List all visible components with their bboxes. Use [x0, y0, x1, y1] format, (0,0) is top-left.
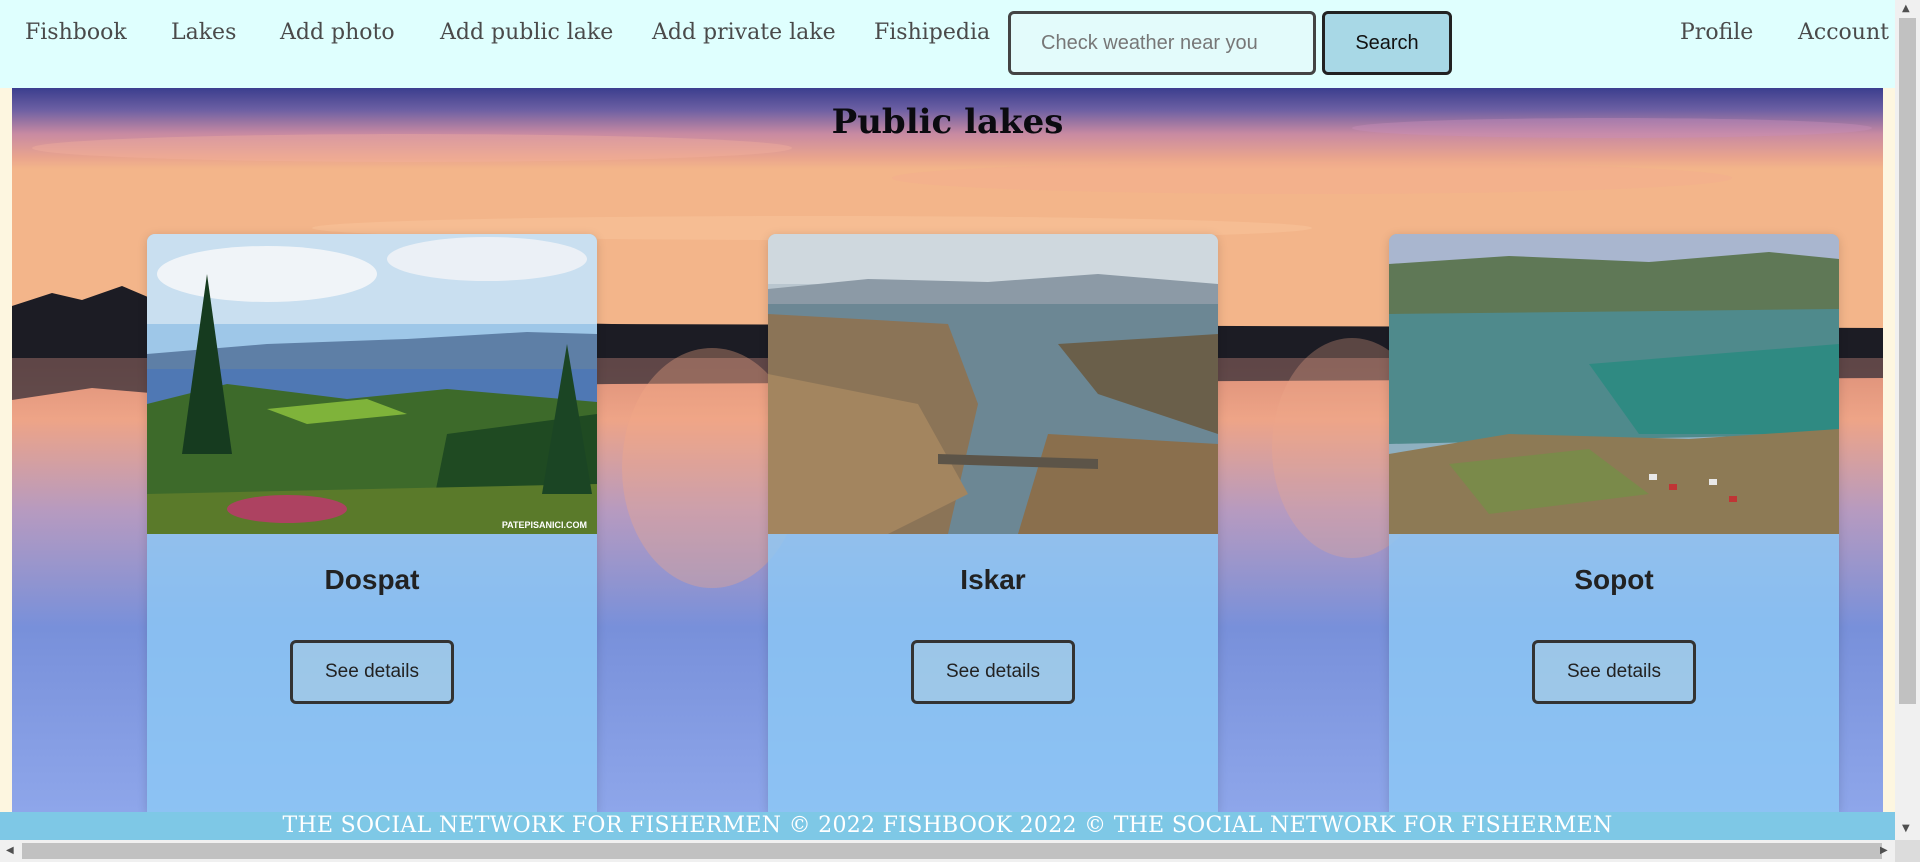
scroll-up-arrow-icon[interactable]: ▲	[1902, 3, 1910, 14]
scroll-right-arrow-icon[interactable]: ▶	[1880, 845, 1888, 856]
image-watermark: PATEPISANICI.COM	[501, 520, 587, 530]
lake-name-sopot: Sopot	[1574, 564, 1654, 595]
nav-link-fishbook[interactable]: Fishbook	[25, 20, 127, 45]
nav-link-add-private-lake[interactable]: Add private lake	[652, 20, 836, 45]
weather-search-input[interactable]	[1008, 11, 1316, 75]
lake-name-dospat: Dospat	[324, 564, 420, 595]
nav-link-add-photo[interactable]: Add photo	[280, 20, 395, 45]
lake-card-iskar: Iskar See details	[768, 234, 1218, 812]
vertical-scrollbar-thumb[interactable]	[1899, 18, 1916, 704]
page-title: Public lakes	[831, 102, 1064, 142]
footer-banner: THE SOCIAL NETWORK FOR FISHERMEN © 2022 …	[0, 812, 1895, 840]
nav-link-lakes[interactable]: Lakes	[171, 20, 236, 45]
scrollbar-corner	[1895, 840, 1920, 862]
nav-link-fishipedia[interactable]: Fishipedia	[874, 20, 990, 45]
scroll-down-arrow-icon[interactable]: ▼	[1902, 823, 1910, 834]
lake-image-iskar	[768, 234, 1218, 534]
lake-name-iskar: Iskar	[960, 564, 1026, 595]
nav-link-add-public-lake[interactable]: Add public lake	[440, 20, 613, 45]
nav-link-account[interactable]: Account	[1798, 20, 1889, 45]
lake-card-dospat: PATEPISANICI.COM Dospat See details	[147, 234, 597, 812]
scroll-left-arrow-icon[interactable]: ◀	[6, 845, 14, 856]
lake-image-dospat: PATEPISANICI.COM	[147, 234, 597, 534]
top-navbar: Fishbook Lakes Add photo Add public lake…	[0, 0, 1895, 88]
see-details-button-dospat[interactable]: See details	[290, 640, 454, 704]
nav-link-profile[interactable]: Profile	[1680, 20, 1753, 45]
lake-image-sopot	[1389, 234, 1839, 534]
lakes-hero-section: Public lakes PATEPISANICI.COM Dospat See…	[12, 88, 1883, 812]
lake-card-sopot: Sopot See details	[1389, 234, 1839, 812]
search-button[interactable]: Search	[1322, 11, 1452, 75]
see-details-button-sopot[interactable]: See details	[1532, 640, 1696, 704]
see-details-button-iskar[interactable]: See details	[911, 640, 1075, 704]
horizontal-scrollbar-thumb[interactable]	[22, 843, 1882, 859]
